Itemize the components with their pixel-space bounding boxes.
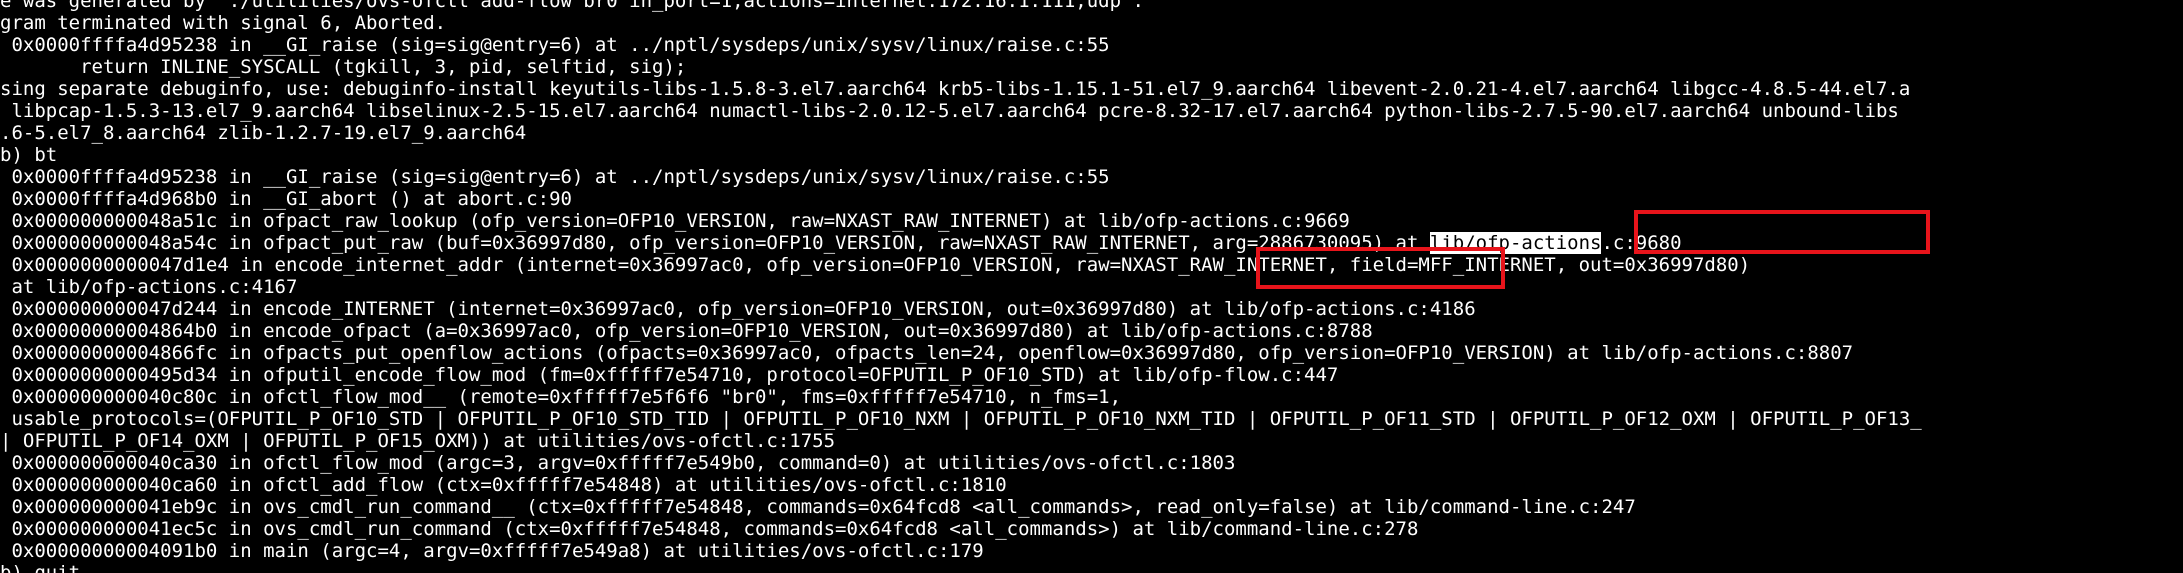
gdb-output: e was generated by `./utilities/ovs-ofct… (0, 0, 1922, 573)
backtrace-frame: 0x0000000000047d1e4 in encode_internet_a… (0, 254, 1751, 276)
terminal-line: 0x0000ffffa4d95238 in __GI_raise (sig=si… (0, 34, 1110, 56)
gdb-prompt-bt: b) bt (0, 144, 58, 166)
backtrace-frame: 0x00000000004866fc in ofpacts_put_openfl… (0, 342, 1854, 364)
frame-text: 0x000000000048a54c in ofpact_put_raw (bu… (0, 232, 1430, 254)
backtrace-frame: 0x0000ffffa4d95238 in __GI_raise (sig=si… (0, 166, 1110, 188)
terminal-line: libpcap-1.5.3-13.el7_9.aarch64 libselinu… (0, 100, 1899, 122)
backtrace-frame-cont: | OFPUTIL_P_OF14_OXM | OFPUTIL_P_OF15_OX… (0, 430, 836, 452)
backtrace-frame-cont: at lib/ofp-actions.c:4167 (0, 276, 298, 298)
terminal-line: .6-5.el7_8.aarch64 zlib-1.2.7-19.el7_9.a… (0, 122, 527, 144)
terminal-line: e was generated by `./utilities/ovs-ofct… (0, 0, 1144, 12)
backtrace-frame: 0x0000000000495d34 in ofputil_encode_flo… (0, 364, 1339, 386)
terminal-line: sing separate debuginfo, use: debuginfo-… (0, 78, 1911, 100)
backtrace-frame-cont: usable_protocols=(OFPUTIL_P_OF10_STD | O… (0, 408, 1922, 430)
backtrace-frame: 0x00000000004864b0 in encode_ofpact (a=0… (0, 320, 1373, 342)
backtrace-frame: 0x000000000047d244 in encode_INTERNET (i… (0, 298, 1476, 320)
backtrace-frame: 0x000000000040ca30 in ofctl_flow_mod (ar… (0, 452, 1236, 474)
backtrace-frame: 0x000000000041ec5c in ovs_cmdl_run_comma… (0, 518, 1419, 540)
terminal-window[interactable]: e was generated by `./utilities/ovs-ofct… (0, 0, 2183, 573)
selected-text[interactable]: lib/ofp-actions (1429, 232, 1602, 254)
backtrace-frame: 0x000000000041eb9c in ovs_cmdl_run_comma… (0, 496, 1636, 518)
backtrace-frame: 0x00000000004091b0 in main (argc=4, argv… (0, 540, 984, 562)
terminal-line: return INLINE_SYSCALL (tgkill, 3, pid, s… (0, 56, 687, 78)
backtrace-frame: 0x000000000040c80c in ofctl_flow_mod__ (… (0, 386, 1122, 408)
backtrace-frame-selected: 0x000000000048a54c in ofpact_put_raw (bu… (0, 232, 1922, 254)
backtrace-frame: 0x000000000040ca60 in ofctl_add_flow (ct… (0, 474, 1007, 496)
terminal-line: gram terminated with signal 6, Aborted. (0, 12, 447, 34)
backtrace-frame: 0x0000ffffa4d968b0 in __GI_abort () at a… (0, 188, 572, 210)
frame-text-tail: .c:9680 (1601, 232, 1682, 254)
gdb-prompt-quit: b) quit (0, 562, 81, 573)
backtrace-frame: 0x000000000048a51c in ofpact_raw_lookup … (0, 210, 1350, 232)
